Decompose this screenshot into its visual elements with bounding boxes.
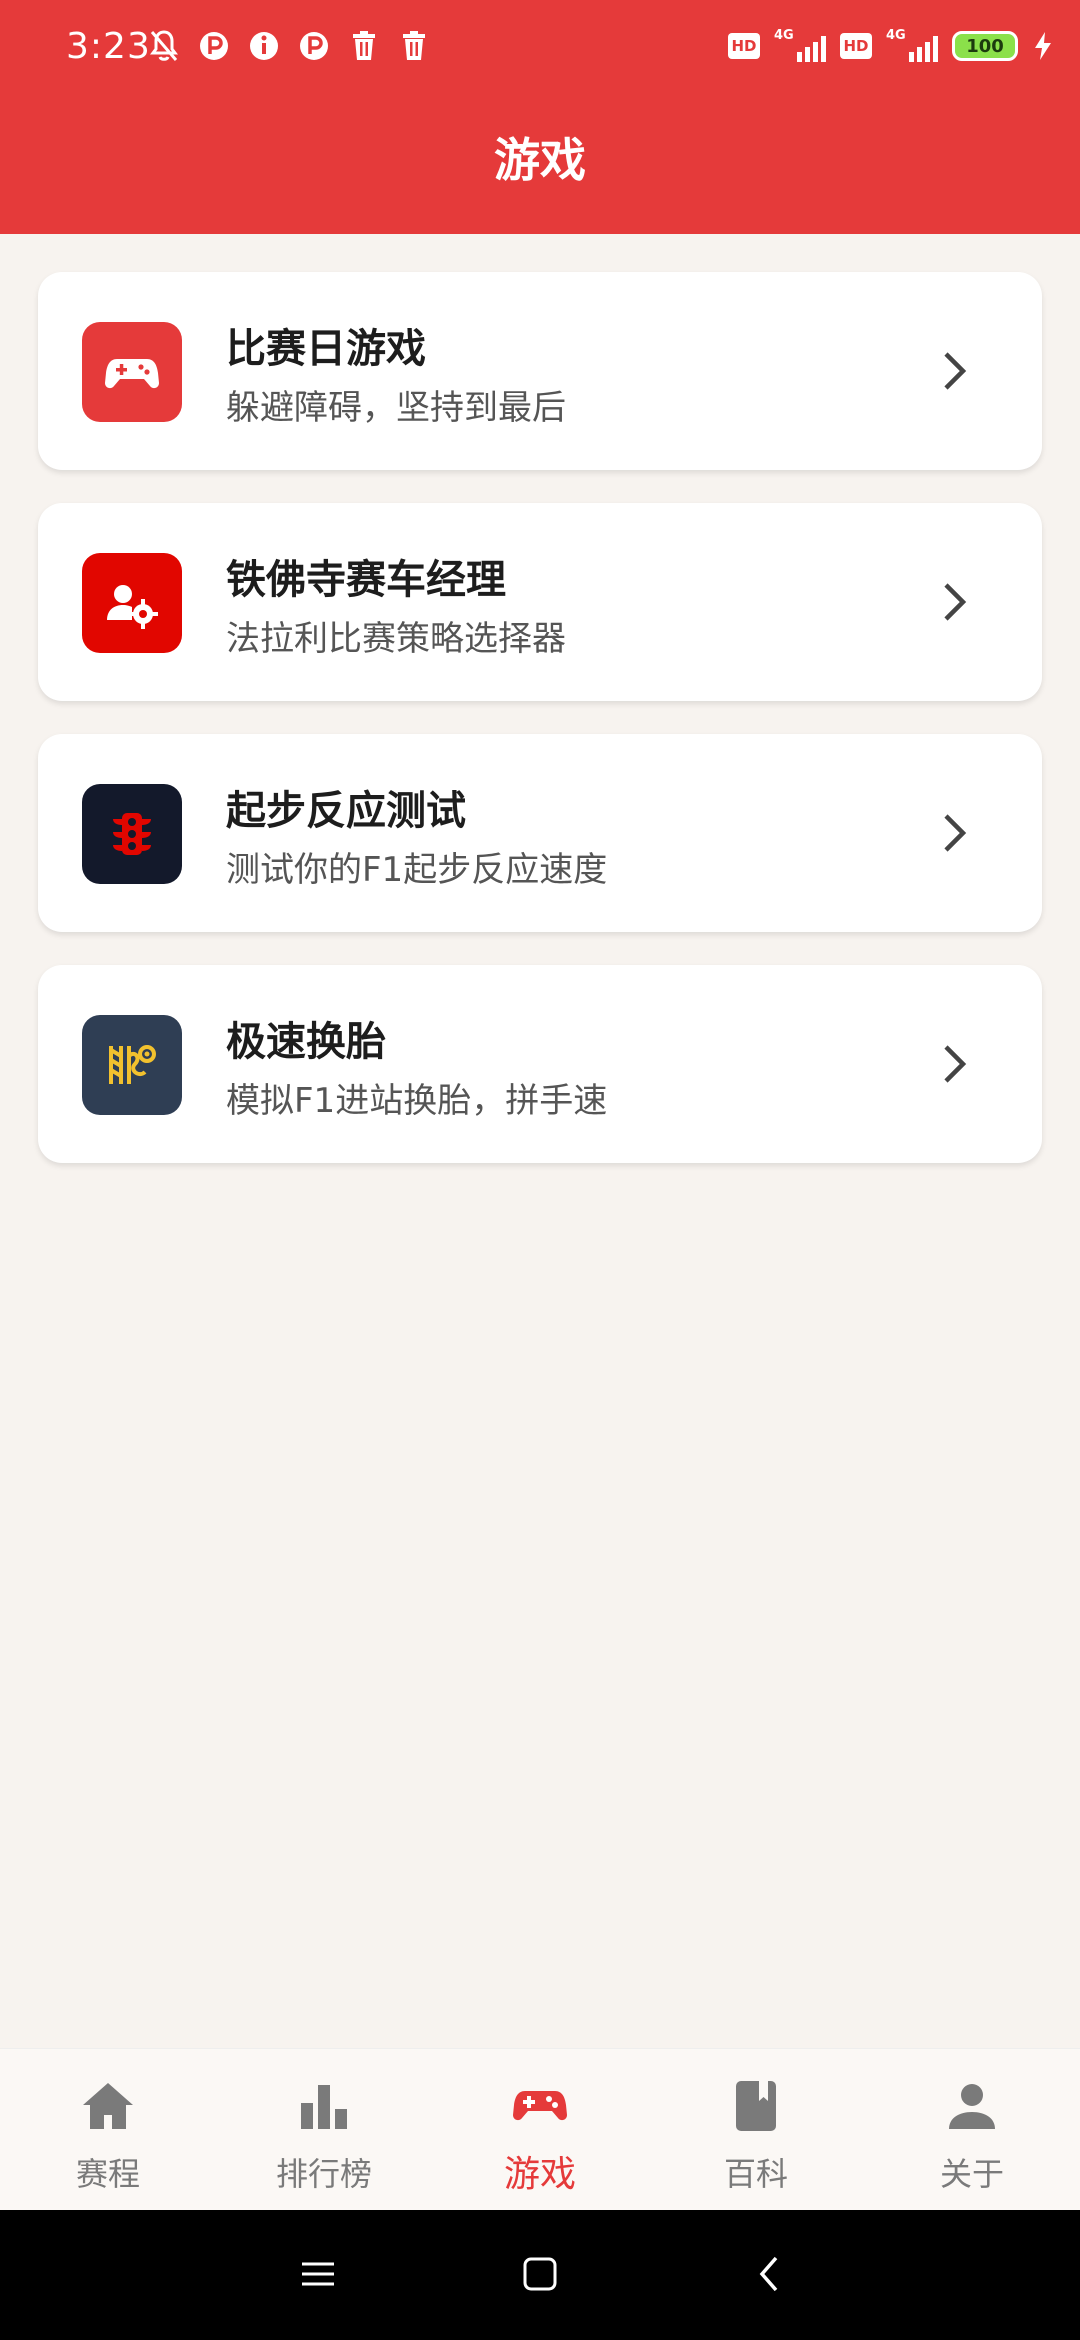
- network-label: 4G: [886, 28, 906, 43]
- charging-icon: [1035, 32, 1051, 60]
- home-button-icon[interactable]: [520, 2254, 560, 2294]
- home-icon: [83, 2083, 133, 2129]
- page-title: 游戏: [494, 133, 586, 187]
- back-icon[interactable]: [750, 2254, 790, 2294]
- games-screen: 3:23 HD 4G HD 4G 100 游戏 比赛日游戏 躲避障碍，坚持到最后…: [0, 0, 1080, 2340]
- bottom-navigation: 赛程 排行榜 游戏 百科 关于: [0, 2048, 1080, 2210]
- game-subtitle: 模拟F1进站换胎，拼手速: [226, 1081, 608, 1121]
- manager-gear-icon: [82, 553, 182, 653]
- traffic-light-icon: [82, 784, 182, 884]
- system-status-icons: HD 4G HD 4G 100: [728, 28, 1054, 64]
- notification-icons: [148, 28, 430, 64]
- gamepad-icon: [513, 2091, 567, 2121]
- nav-item-rankings[interactable]: 排行榜: [216, 2049, 432, 2210]
- battery-icon: 100: [952, 31, 1018, 61]
- app-header: 3:23 HD 4G HD 4G 100 游戏: [0, 0, 1080, 234]
- gamepad-icon: [82, 322, 182, 422]
- nav-item-schedule[interactable]: 赛程: [0, 2049, 216, 2210]
- signal-icon: 4G: [774, 28, 826, 64]
- status-time: 3:23: [66, 26, 151, 67]
- nav-label: 赛程: [75, 2155, 140, 2193]
- hd-badge: HD: [728, 33, 760, 59]
- signal-icon: 4G: [886, 28, 938, 64]
- nav-label: 关于: [939, 2155, 1004, 2193]
- trash-icon: [348, 28, 380, 64]
- system-navigation-bar: [0, 2210, 1080, 2340]
- info-icon: [248, 28, 280, 64]
- game-card-pitstop[interactable]: 极速换胎 模拟F1进站换胎，拼手速: [38, 965, 1042, 1163]
- chevron-right-icon: [944, 583, 967, 621]
- game-subtitle: 测试你的F1起步反应速度: [226, 850, 608, 890]
- game-title: 起步反应测试: [226, 788, 466, 834]
- parking-icon: [298, 28, 330, 64]
- book-icon: [736, 2081, 776, 2131]
- nav-label: 排行榜: [275, 2155, 372, 2193]
- game-subtitle: 躲避障碍，坚持到最后: [226, 388, 566, 428]
- nav-item-games[interactable]: 游戏: [432, 2049, 648, 2210]
- nav-label: 百科: [723, 2155, 788, 2193]
- menu-icon[interactable]: [298, 2254, 338, 2294]
- game-subtitle: 法拉利比赛策略选择器: [226, 619, 566, 659]
- tire-change-icon: [82, 1015, 182, 1115]
- game-card-matchday[interactable]: 比赛日游戏 躲避障碍，坚持到最后: [38, 272, 1042, 470]
- game-card-manager[interactable]: 铁佛寺赛车经理 法拉利比赛策略选择器: [38, 503, 1042, 701]
- bell-off-icon: [148, 28, 180, 64]
- game-card-reaction[interactable]: 起步反应测试 测试你的F1起步反应速度: [38, 734, 1042, 932]
- chevron-right-icon: [944, 1045, 967, 1083]
- parking-icon: [198, 28, 230, 64]
- network-label: 4G: [774, 28, 794, 43]
- nav-label: 游戏: [503, 2154, 576, 2195]
- chevron-right-icon: [944, 352, 967, 390]
- status-bar: 3:23 HD 4G HD 4G 100: [0, 0, 1080, 100]
- trash-icon: [398, 28, 430, 64]
- game-title: 极速换胎: [226, 1019, 386, 1065]
- hd-badge: HD: [840, 33, 872, 59]
- chevron-right-icon: [944, 814, 967, 852]
- nav-item-encyclopedia[interactable]: 百科: [648, 2049, 864, 2210]
- person-icon: [949, 2084, 995, 2129]
- bar-chart-icon: [301, 2085, 347, 2129]
- game-list: 比赛日游戏 躲避障碍，坚持到最后 铁佛寺赛车经理 法拉利比赛策略选择器 起步反应…: [38, 272, 1042, 1196]
- game-title: 铁佛寺赛车经理: [226, 557, 506, 603]
- game-title: 比赛日游戏: [226, 326, 426, 372]
- nav-item-about[interactable]: 关于: [864, 2049, 1080, 2210]
